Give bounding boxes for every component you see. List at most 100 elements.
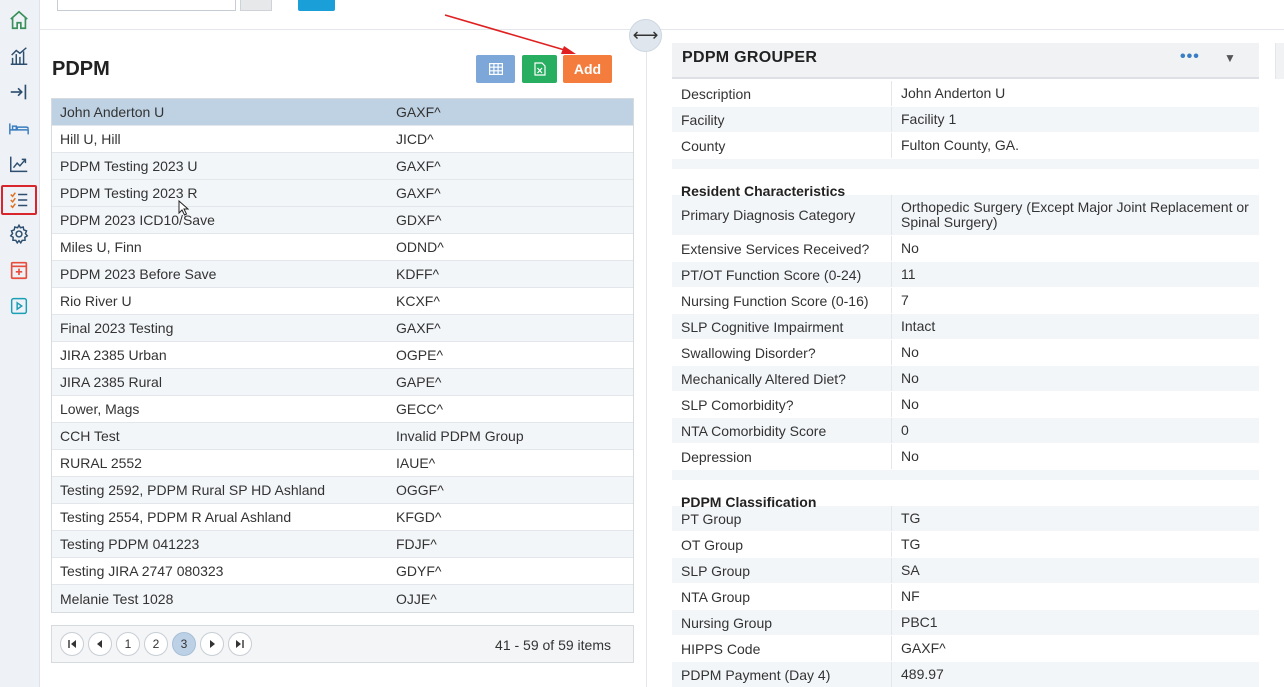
icon-sidebar [0, 0, 40, 687]
row-description: Rio River U [60, 293, 132, 309]
detail-row: Nursing Function Score (0-16) 7 [672, 288, 1259, 314]
page-1-button[interactable]: 1 [116, 632, 140, 656]
detail-value: Intact [901, 318, 936, 334]
mouse-cursor-icon [178, 200, 190, 216]
row-hipps-group: KDFF^ [396, 266, 440, 282]
row-hipps-group: GAXF^ [396, 320, 441, 336]
table-row[interactable]: PDPM 2023 Before Save KDFF^ [52, 261, 633, 288]
row-hipps-group: GAXF^ [396, 185, 441, 201]
excel-icon [533, 62, 546, 76]
table-row[interactable]: Hill U, Hill JICD^ [52, 126, 633, 153]
table-row[interactable]: JIRA 2385 Rural GAPE^ [52, 369, 633, 396]
detail-label: OT Group [672, 532, 892, 557]
row-description: Testing JIRA 2747 080323 [60, 563, 224, 579]
row-description: Testing 2554, PDPM R Arual Ashland [60, 509, 292, 525]
detail-label: PDPM Payment (Day 4) [672, 662, 892, 687]
detail-value: TG [901, 536, 921, 552]
row-hipps-group: GECC^ [396, 401, 444, 417]
table-row[interactable]: Melanie Test 1028 OJJE^ [52, 585, 633, 612]
page-3-button[interactable]: 3 [172, 632, 196, 656]
table-row[interactable]: Testing 2592, PDPM Rural SP HD Ashland OG… [52, 477, 633, 504]
analytics-icon[interactable] [6, 44, 32, 68]
detail-row: NTA Comorbidity Score 0 [672, 418, 1259, 444]
pdpm-classification-heading: PDPM Classification [672, 470, 1259, 510]
checklist-icon[interactable] [1, 185, 37, 215]
collapse-caret-icon[interactable]: ▼ [1224, 51, 1236, 65]
table-row[interactable]: RURAL 2552 IAUE^ [52, 450, 633, 477]
top-search-input[interactable] [57, 0, 236, 11]
table-row[interactable]: Final 2023 Testing GAXF^ [52, 315, 633, 342]
play-icon[interactable] [6, 294, 32, 318]
detail-label: HIPPS Code [672, 636, 892, 661]
detail-label: Description [672, 81, 892, 106]
table-row[interactable]: Testing JIRA 2747 080323 GDYF^ [52, 558, 633, 585]
row-description: JIRA 2385 Rural [60, 374, 162, 390]
detail-value: Facility 1 [901, 111, 957, 127]
grouper-header: PDPM GROUPER ••• ▼ [672, 43, 1259, 79]
table-row[interactable]: Testing PDPM 041223 FDJF^ [52, 531, 633, 558]
detail-label: Facility [672, 107, 892, 132]
detail-row: PT/OT Function Score (0-24) 11 [672, 262, 1259, 288]
detail-value: Fulton County, GA. [901, 137, 1020, 153]
detail-row: Mechanically Altered Diet? No [672, 366, 1259, 392]
detail-row: Extensive Services Received? No [672, 236, 1259, 262]
detail-value: TG [901, 510, 921, 526]
table-row[interactable]: Testing 2554, PDPM R Arual Ashland KFGD^ [52, 504, 633, 531]
row-hipps-group: OGPE^ [396, 347, 444, 363]
pager-info: 41 - 59 of 59 items [495, 637, 611, 653]
row-hipps-group: GAPE^ [396, 374, 442, 390]
table-row[interactable]: JIRA 2385 Urban OGPE^ [52, 342, 633, 369]
page-title: PDPM [52, 58, 110, 80]
table-row[interactable]: PDPM Testing 2023 U GAXF^ [52, 153, 633, 180]
table-row[interactable]: John Anderton U GAXF^ [52, 99, 633, 126]
detail-label: Mechanically Altered Diet? [672, 366, 892, 391]
table-row[interactable]: CCH Test Invalid PDPM Group [52, 423, 633, 450]
panel-divider [646, 30, 647, 687]
medical-kit-icon[interactable] [6, 258, 32, 282]
table-row[interactable]: PDPM Testing 2023 R GAXF^ [52, 180, 633, 207]
row-description: PDPM 2023 Before Save [60, 266, 217, 282]
row-description: Lower, Mags [60, 401, 140, 417]
detail-label: SLP Cognitive Impairment [672, 314, 892, 339]
row-description: CCH Test [60, 428, 120, 444]
top-primary-button[interactable] [298, 0, 335, 11]
bed-icon[interactable] [6, 116, 32, 140]
home-icon[interactable] [6, 8, 32, 32]
more-options-icon[interactable]: ••• [1180, 48, 1200, 66]
row-description: John Anderton U [60, 104, 165, 120]
table-row[interactable]: PDPM 2023 ICD10/Save GDXF^ [52, 207, 633, 234]
row-description: Hill U, Hill [60, 131, 121, 147]
detail-label: NTA Group [672, 584, 892, 609]
row-hipps-group: KCXF^ [396, 293, 440, 309]
top-secondary-button[interactable] [240, 0, 272, 11]
detail-value: John Anderton U [901, 85, 1006, 101]
row-hipps-group: GDYF^ [396, 563, 442, 579]
sign-in-icon[interactable] [6, 80, 32, 104]
resize-horizontal-icon[interactable]: ⟷ [629, 19, 662, 52]
table-row[interactable]: Lower, Mags GECC^ [52, 396, 633, 423]
trend-icon[interactable] [6, 152, 32, 176]
detail-label: Nursing Group [672, 610, 892, 635]
annotation-arrow-icon [444, 14, 576, 54]
detail-label: Nursing Function Score (0-16) [672, 288, 892, 313]
resident-characteristics-heading: Resident Characteristics [672, 159, 1259, 199]
first-page-icon[interactable] [60, 632, 84, 656]
row-description: JIRA 2385 Urban [60, 347, 167, 363]
row-hipps-group: GAXF^ [396, 158, 441, 174]
top-toolbar [40, 0, 1284, 30]
detail-value: No [901, 370, 919, 386]
gear-icon[interactable] [6, 222, 32, 246]
prev-page-icon[interactable] [88, 632, 112, 656]
detail-row: SLP Group SA [672, 558, 1259, 584]
page-2-button[interactable]: 2 [144, 632, 168, 656]
detail-value: No [901, 344, 919, 360]
table-row[interactable]: Rio River U KCXF^ [52, 288, 633, 315]
row-hipps-group: GAXF^ [396, 104, 441, 120]
table-row[interactable]: Miles U, Finn ODND^ [52, 234, 633, 261]
next-page-icon[interactable] [200, 632, 224, 656]
row-description: Final 2023 Testing [60, 320, 174, 336]
row-hipps-group: Invalid PDPM Group [396, 428, 524, 444]
detail-label: Depression [672, 444, 892, 469]
last-page-icon[interactable] [228, 632, 252, 656]
detail-value: PBC1 [901, 614, 938, 630]
